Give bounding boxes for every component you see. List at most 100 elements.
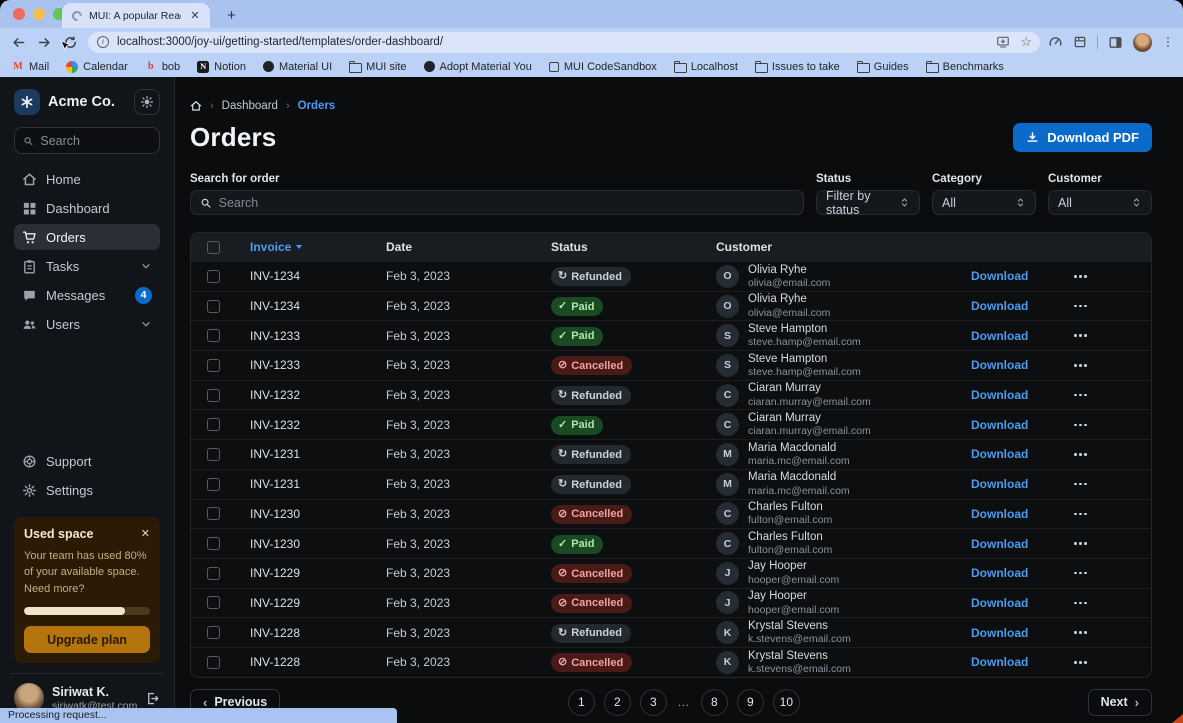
row-checkbox[interactable] [207,626,220,639]
page-number-button[interactable]: 10 [773,689,800,716]
row-checkbox[interactable] [207,507,220,520]
brand-logo-icon[interactable] [14,89,40,115]
row-more-icon[interactable] [1048,364,1098,367]
close-icon[interactable]: ✕ [141,527,150,540]
bookmark-item[interactable]: Material UI [263,61,332,73]
bookmark-item[interactable]: Calendar [66,61,128,73]
logout-icon[interactable] [145,691,160,706]
row-more-icon[interactable] [1048,305,1098,308]
order-search-input[interactable] [190,190,804,215]
download-pdf-button[interactable]: Download PDF [1013,123,1152,152]
bookmark-item[interactable]: Localhost [674,61,738,73]
bookmark-item[interactable]: Benchmarks [926,61,1004,73]
sidebar-nav-item[interactable]: Tasks [14,253,160,279]
row-download-link[interactable]: Download [971,537,1028,551]
next-page-button[interactable]: Next › [1088,689,1152,716]
sidebar-nav-item[interactable]: Users [14,311,160,337]
new-tab-button[interactable]: + [222,6,241,25]
close-window-button[interactable] [13,8,25,20]
row-download-link[interactable]: Download [971,329,1028,343]
bookmark-item[interactable]: Adopt Material You [424,61,532,73]
breadcrumb-dashboard[interactable]: Dashboard [222,100,278,112]
page-number-button[interactable]: 9 [737,689,764,716]
row-checkbox[interactable] [207,389,220,402]
page-number-button[interactable]: 2 [604,689,631,716]
sidebar-nav-item[interactable]: Settings [14,478,160,504]
page-number-button[interactable]: 3 [640,689,667,716]
page-number-button[interactable]: 8 [701,689,728,716]
sidebar-nav-item[interactable]: Messages 4 [14,282,160,308]
browser-profile-avatar[interactable] [1133,33,1152,52]
home-icon[interactable] [190,100,202,112]
status-filter-select[interactable]: Filter by status [816,190,920,215]
customer-filter-select[interactable]: All [1048,190,1152,215]
back-button[interactable] [8,32,28,52]
row-more-icon[interactable] [1048,275,1098,278]
row-download-link[interactable]: Download [971,596,1028,610]
page-number-button[interactable]: 1 [568,689,595,716]
bookmark-star-icon[interactable]: ☆ [1020,34,1032,50]
row-download-link[interactable]: Download [971,566,1028,580]
row-checkbox[interactable] [207,300,220,313]
side-panel-icon[interactable] [1108,35,1123,50]
row-download-link[interactable]: Download [971,655,1028,669]
row-download-link[interactable]: Download [971,507,1028,521]
bookmark-item[interactable]: Guides [857,61,909,73]
row-more-icon[interactable] [1048,453,1098,456]
row-more-icon[interactable] [1048,483,1098,486]
row-more-icon[interactable] [1048,394,1098,397]
row-checkbox[interactable] [207,596,220,609]
row-more-icon[interactable] [1048,572,1098,575]
color-scheme-toggle-button[interactable] [134,89,160,115]
browser-tab[interactable]: MUI: A popular React UI fram ✕ [62,3,210,28]
forward-button[interactable] [34,32,54,52]
row-download-link[interactable]: Download [971,418,1028,432]
row-checkbox[interactable] [207,418,220,431]
row-download-link[interactable]: Download [971,447,1028,461]
bookmark-item[interactable]: MUI site [349,61,406,73]
row-checkbox[interactable] [207,478,220,491]
bookmark-item[interactable]: M Mail [12,61,49,73]
row-checkbox[interactable] [207,329,220,342]
bookmark-item[interactable]: N Notion [197,61,246,73]
row-download-link[interactable]: Download [971,388,1028,402]
url-text[interactable]: localhost:3000/joy-ui/getting-started/te… [117,36,996,48]
category-filter-select[interactable]: All [932,190,1036,215]
bookmark-item[interactable]: b bob [145,61,180,73]
order-search-field[interactable] [219,196,794,210]
sidebar-search-field[interactable] [40,134,151,148]
row-checkbox[interactable] [207,448,220,461]
site-info-icon[interactable]: i [97,36,109,48]
bookmark-item[interactable]: Issues to take [755,61,840,73]
sidebar-nav-item[interactable]: Support [14,449,160,475]
install-app-icon[interactable] [996,35,1010,49]
browser-menu-icon[interactable]: ⋮ [1162,36,1174,48]
minimize-window-button[interactable] [33,8,45,20]
row-more-icon[interactable] [1048,542,1098,545]
row-more-icon[interactable] [1048,334,1098,337]
row-download-link[interactable]: Download [971,477,1028,491]
performance-icon[interactable] [1048,35,1063,50]
row-download-link[interactable]: Download [971,269,1028,283]
row-checkbox[interactable] [207,567,220,580]
row-checkbox[interactable] [207,656,220,669]
invoice-column-header[interactable]: Invoice [235,240,371,254]
row-more-icon[interactable] [1048,513,1098,516]
row-more-icon[interactable] [1048,424,1098,427]
extensions-icon[interactable] [1073,35,1087,49]
tab-close-icon[interactable]: ✕ [188,9,202,22]
row-more-icon[interactable] [1048,631,1098,634]
sidebar-nav-item[interactable]: Orders [14,224,160,250]
row-more-icon[interactable] [1048,602,1098,605]
sidebar-search-input[interactable] [14,127,160,154]
row-checkbox[interactable] [207,537,220,550]
row-checkbox[interactable] [207,359,220,372]
upgrade-plan-button[interactable]: Upgrade plan [24,626,150,653]
select-all-checkbox[interactable] [207,241,220,254]
bookmark-item[interactable]: MUI CodeSandbox [549,61,657,73]
row-more-icon[interactable] [1048,661,1098,664]
row-download-link[interactable]: Download [971,358,1028,372]
row-checkbox[interactable] [207,270,220,283]
address-bar[interactable]: i localhost:3000/joy-ui/getting-started/… [88,32,1040,53]
row-download-link[interactable]: Download [971,299,1028,313]
